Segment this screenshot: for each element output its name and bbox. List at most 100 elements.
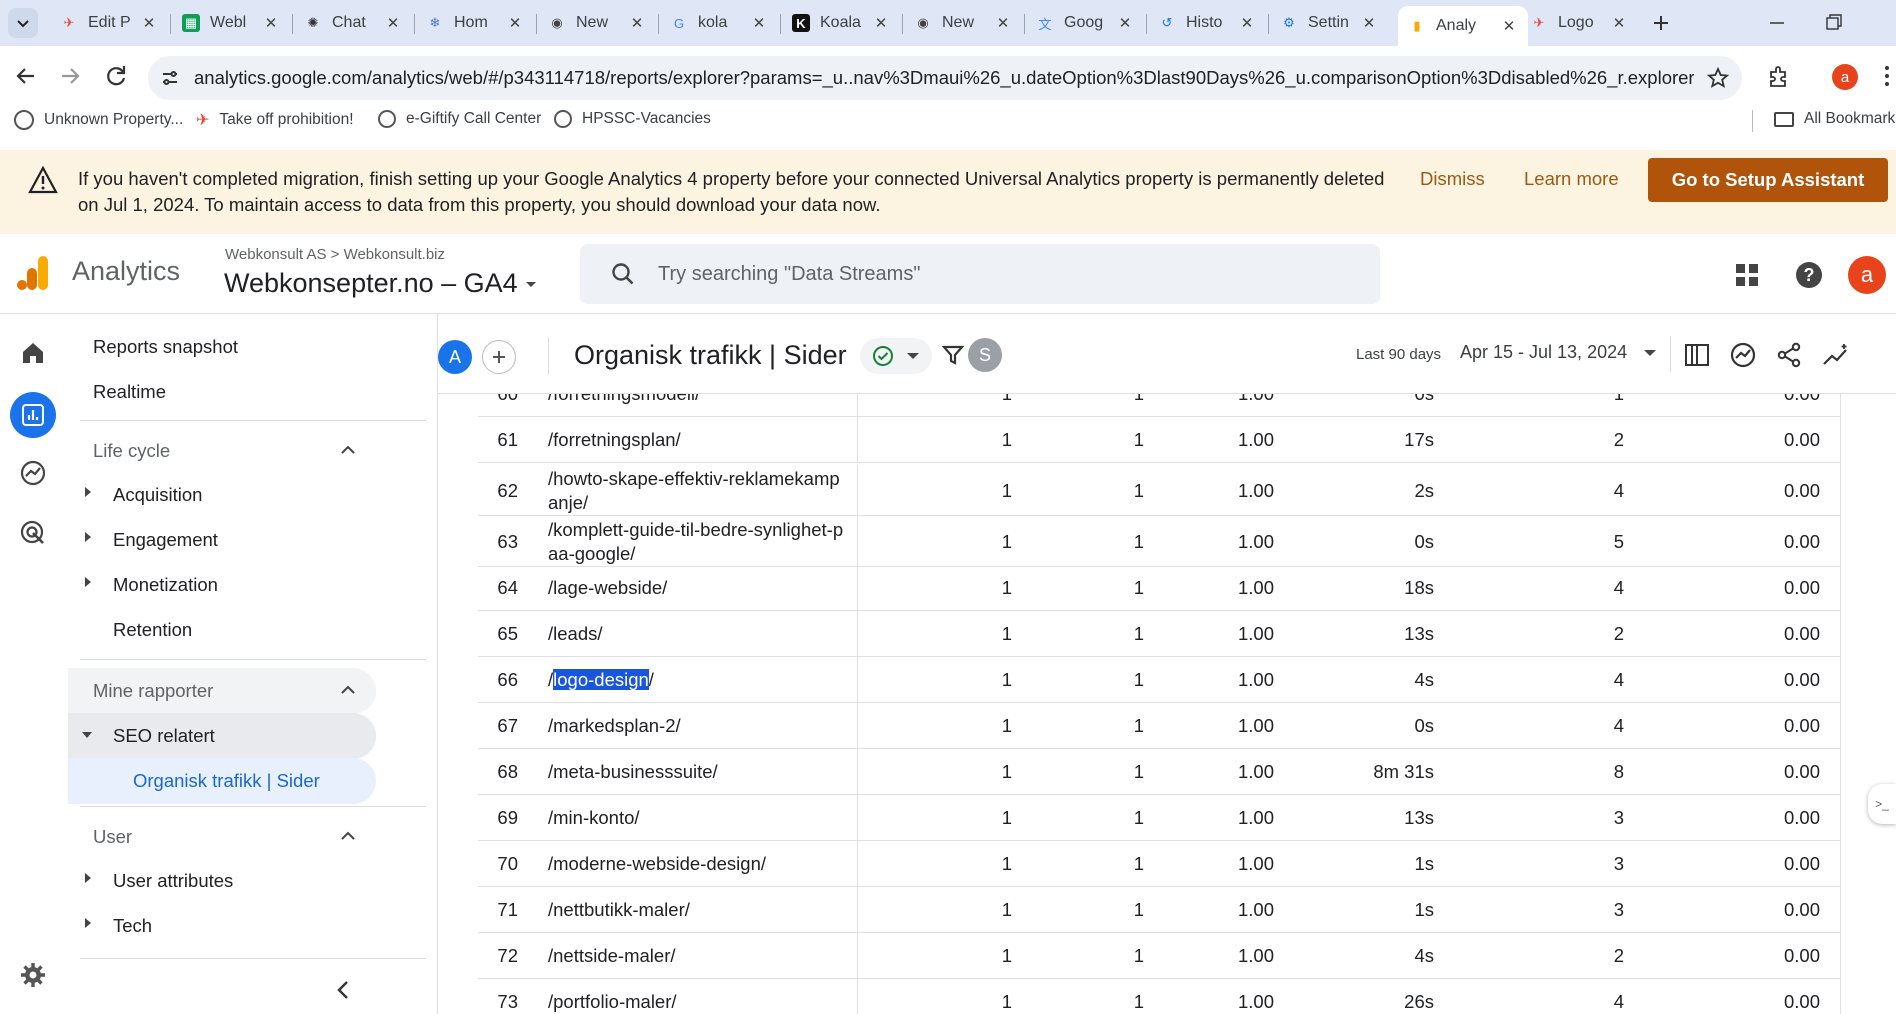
page-path-cell[interactable]: /forretningsmodell/	[548, 394, 858, 417]
table-row[interactable]: 73/portfolio-maler/1 1 1.00 26s 4 0.00	[478, 979, 1840, 1014]
analytics-logo-icon[interactable]	[16, 254, 50, 292]
table-row[interactable]: 66/logo-design/1 1 1.00 4s 4 0.00	[478, 657, 1840, 703]
trend-sparkle-icon[interactable]	[1822, 342, 1850, 368]
chevron-up-icon[interactable]	[340, 444, 356, 456]
browser-tab[interactable]: ⚙ Settin ✕	[1270, 6, 1388, 40]
page-path-cell[interactable]: /logo-design/	[548, 657, 858, 703]
page-path-cell[interactable]: /moderne-webside-design/	[548, 841, 858, 887]
date-range-picker[interactable]: Apr 15 - Jul 13, 2024	[1460, 342, 1657, 363]
nav-tech[interactable]: Tech	[113, 915, 152, 937]
nav-seo-relatert[interactable]: SEO relatert	[113, 725, 215, 747]
dismiss-button[interactable]: Dismiss	[1420, 168, 1485, 190]
table-row[interactable]: 72/nettside-maler/1 1 1.00 4s 2 0.00	[478, 933, 1840, 979]
setup-assistant-button[interactable]: Go to Setup Assistant	[1648, 158, 1888, 202]
new-tab-button[interactable]	[1648, 10, 1674, 36]
table-row[interactable]: 65/leads/1 1 1.00 13s 2 0.00	[478, 611, 1840, 657]
advertising-icon[interactable]	[20, 520, 46, 546]
filter-icon[interactable]	[942, 344, 964, 366]
compare-columns-icon[interactable]	[1684, 342, 1710, 368]
explore-icon[interactable]	[20, 460, 46, 486]
close-tab-icon[interactable]: ✕	[1500, 17, 1518, 35]
minimize-button[interactable]	[1762, 12, 1792, 34]
browser-tab[interactable]: ◉ New ✕	[904, 6, 1022, 40]
add-comparison-button[interactable]	[482, 340, 516, 374]
close-tab-icon[interactable]: ✕	[1360, 14, 1378, 32]
page-path-cell[interactable]: /min-konto/	[548, 795, 858, 841]
tab-search-button[interactable]	[8, 8, 38, 38]
page-path-cell[interactable]: /forretningsplan/	[548, 417, 858, 463]
table-row[interactable]: 64/lage-webside/1 1 1.00 18s 4 0.00	[478, 565, 1840, 611]
extensions-icon[interactable]	[1766, 64, 1792, 90]
nav-user-attributes[interactable]: User attributes	[113, 870, 233, 892]
nav-retention[interactable]: Retention	[113, 619, 192, 641]
close-tab-icon[interactable]: ✕	[994, 14, 1012, 32]
nav-section-user[interactable]: User	[93, 826, 132, 848]
page-path-cell[interactable]: /nettside-maler/	[548, 933, 858, 979]
close-tab-icon[interactable]: ✕	[750, 14, 768, 32]
nav-monetization[interactable]: Monetization	[113, 574, 218, 596]
segment-a-chip[interactable]: A	[438, 340, 472, 374]
browser-tab[interactable]: ▮ Analy ✕	[1398, 6, 1528, 46]
browser-tab[interactable]: ◉ New ✕	[538, 6, 656, 40]
browser-tab[interactable]: ✺ Chat ✕	[294, 6, 412, 40]
table-row[interactable]: 61/forretningsplan/1 1 1.00 17s 2 0.00	[478, 417, 1840, 463]
page-path-cell[interactable]: /lage-webside/	[548, 565, 858, 611]
table-row[interactable]: 62/howto-skape-effektiv-reklamekampanje/…	[478, 465, 1840, 516]
segment-s-chip[interactable]: S	[968, 338, 1002, 372]
restore-button[interactable]	[1818, 12, 1848, 34]
browser-tab[interactable]: ✈ Edit P ✕	[50, 6, 168, 40]
forward-button[interactable]	[56, 62, 84, 90]
close-tab-icon[interactable]: ✕	[1116, 14, 1134, 32]
close-tab-icon[interactable]: ✕	[262, 14, 280, 32]
table-row[interactable]: 60/forretningsmodell/111.000s10.00	[478, 394, 1840, 417]
profile-avatar[interactable]: a	[1832, 64, 1858, 90]
page-path-cell[interactable]: /portfolio-maler/	[548, 979, 858, 1014]
collapse-chevron-left-icon[interactable]	[336, 980, 350, 1000]
url-text[interactable]: analytics.google.com/analytics/web/#/p34…	[192, 67, 1694, 89]
nav-section-life-cycle[interactable]: Life cycle	[93, 440, 170, 462]
close-tab-icon[interactable]: ✕	[140, 14, 158, 32]
browser-tab[interactable]: Gkola ✕	[660, 6, 778, 40]
reports-icon[interactable]	[10, 392, 56, 438]
close-tab-icon[interactable]: ✕	[1610, 14, 1628, 32]
page-path-cell[interactable]: /nettbutikk-maler/	[548, 887, 858, 933]
table-row[interactable]: 71/nettbutikk-maler/1 1 1.00 1s 3 0.00	[478, 887, 1840, 933]
page-path-cell[interactable]: /meta-businesssuite/	[548, 749, 858, 795]
nav-section-mine-rapporter[interactable]: Mine rapporter	[93, 680, 213, 702]
bookmark-egiftify[interactable]: e-Giftify Call Center	[378, 110, 541, 128]
admin-gear-icon[interactable]	[20, 962, 46, 988]
page-path-cell[interactable]: /markedsplan-2/	[548, 703, 858, 749]
back-button[interactable]	[12, 62, 40, 90]
table-row[interactable]: 70/moderne-webside-design/1 1 1.00 1s 3 0.00	[478, 841, 1840, 887]
table-row[interactable]: 68/meta-businesssuite/1 1 1.00 8m 31s 8 0.00	[478, 749, 1840, 795]
browser-tab[interactable]: ↺ Histo ✕	[1148, 6, 1266, 40]
browser-tab[interactable]: ✈ Logo ✕	[1520, 6, 1638, 40]
insights-icon[interactable]	[1730, 342, 1756, 368]
apps-grid-icon[interactable]	[1736, 264, 1758, 286]
browser-menu-icon[interactable]	[1884, 64, 1890, 88]
bookmark-star-icon[interactable]	[1694, 67, 1742, 89]
bookmark-take-off[interactable]: ✈ Take off prohibition!	[196, 110, 354, 130]
browser-tab[interactable]: 文 Goog ✕	[1026, 6, 1144, 40]
page-path-cell[interactable]: /leads/	[548, 611, 858, 657]
help-icon[interactable]: ?	[1796, 262, 1822, 288]
browser-tab[interactable]: K Koala ✕	[782, 6, 900, 40]
close-tab-icon[interactable]: ✕	[384, 14, 402, 32]
home-icon[interactable]	[20, 340, 46, 366]
address-bar[interactable]: analytics.google.com/analytics/web/#/p34…	[148, 56, 1742, 100]
table-row[interactable]: 67/markedsplan-2/1 1 1.00 0s 4 0.00	[478, 703, 1840, 749]
chevron-up-icon[interactable]	[340, 684, 356, 696]
nav-organisk-trafikk[interactable]: Organisk trafikk | Sider	[133, 770, 320, 792]
page-path-cell[interactable]: /howto-skape-effektiv-reklamekampanje/	[548, 465, 858, 516]
close-tab-icon[interactable]: ✕	[1238, 14, 1256, 32]
close-tab-icon[interactable]: ✕	[628, 14, 646, 32]
search-box[interactable]: Try searching "Data Streams"	[580, 244, 1380, 304]
nav-realtime[interactable]: Realtime	[93, 381, 166, 403]
bookmark-unknown-property[interactable]: Unknown Property...	[14, 110, 183, 130]
nav-engagement[interactable]: Engagement	[113, 529, 218, 551]
close-tab-icon[interactable]: ✕	[506, 14, 524, 32]
nav-reports-snapshot[interactable]: Reports snapshot	[93, 336, 238, 358]
reload-button[interactable]	[102, 62, 130, 90]
browser-tab[interactable]: ❄ Hom ✕	[416, 6, 534, 40]
page-path-cell[interactable]: /komplett-guide-til-bedre-synlighet-paa-…	[548, 516, 858, 567]
